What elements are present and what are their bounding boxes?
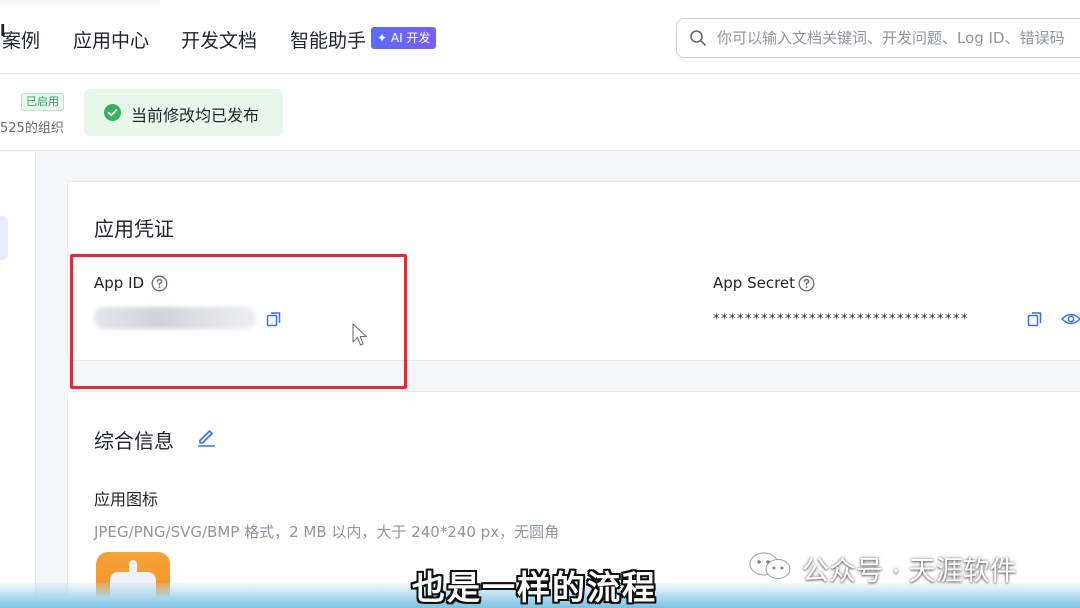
app-secret-label: App Secret <box>713 274 796 292</box>
app-name-fragment: l <box>0 21 6 40</box>
sidebar-item-active[interactable] <box>0 216 8 260</box>
help-icon[interactable] <box>798 275 815 292</box>
top-nav: 案例 应用中心 开发文档 智能助手 ✦ AI 开发 <box>0 0 1080 74</box>
search-icon <box>690 30 706 46</box>
highlight-box <box>70 254 407 389</box>
watermark-text: 公众号 · 天涯软件 <box>802 556 1017 587</box>
copy-icon[interactable] <box>1026 310 1044 328</box>
status-badge: 已启用 <box>21 93 64 111</box>
sidebar <box>0 152 36 608</box>
app-icon-label: 应用图标 <box>94 490 159 509</box>
app-secret-value: ******************************** <box>713 312 969 327</box>
search-input[interactable] <box>717 27 1080 49</box>
edit-icon[interactable] <box>195 425 217 447</box>
nav-item-assistant[interactable]: 智能助手 <box>290 26 366 53</box>
wechat-icon <box>749 552 791 579</box>
publish-status-text: 当前修改均已发布 <box>131 106 260 125</box>
video-subtitle: 也是一样的流程 <box>412 568 657 607</box>
nav-item-app-center[interactable]: 应用中心 <box>73 26 149 53</box>
search-box[interactable] <box>676 18 1080 58</box>
top-fade <box>0 0 160 8</box>
credentials-title: 应用凭证 <box>94 217 174 241</box>
general-info-title: 综合信息 <box>94 429 174 453</box>
check-circle-icon <box>104 104 121 121</box>
nav-item-cases[interactable]: 案例 <box>2 26 40 53</box>
org-name: 525的组织 <box>0 121 64 136</box>
eye-icon[interactable] <box>1061 311 1080 327</box>
nav-item-docs[interactable]: 开发文档 <box>181 26 257 53</box>
mouse-cursor-icon <box>352 323 368 346</box>
ai-dev-badge[interactable]: ✦ AI 开发 <box>371 27 437 49</box>
publish-status-banner: 当前修改均已发布 <box>84 89 283 136</box>
app-icon-hint: JPEG/PNG/SVG/BMP 格式，2 MB 以内，大于 240*240 p… <box>94 523 560 541</box>
